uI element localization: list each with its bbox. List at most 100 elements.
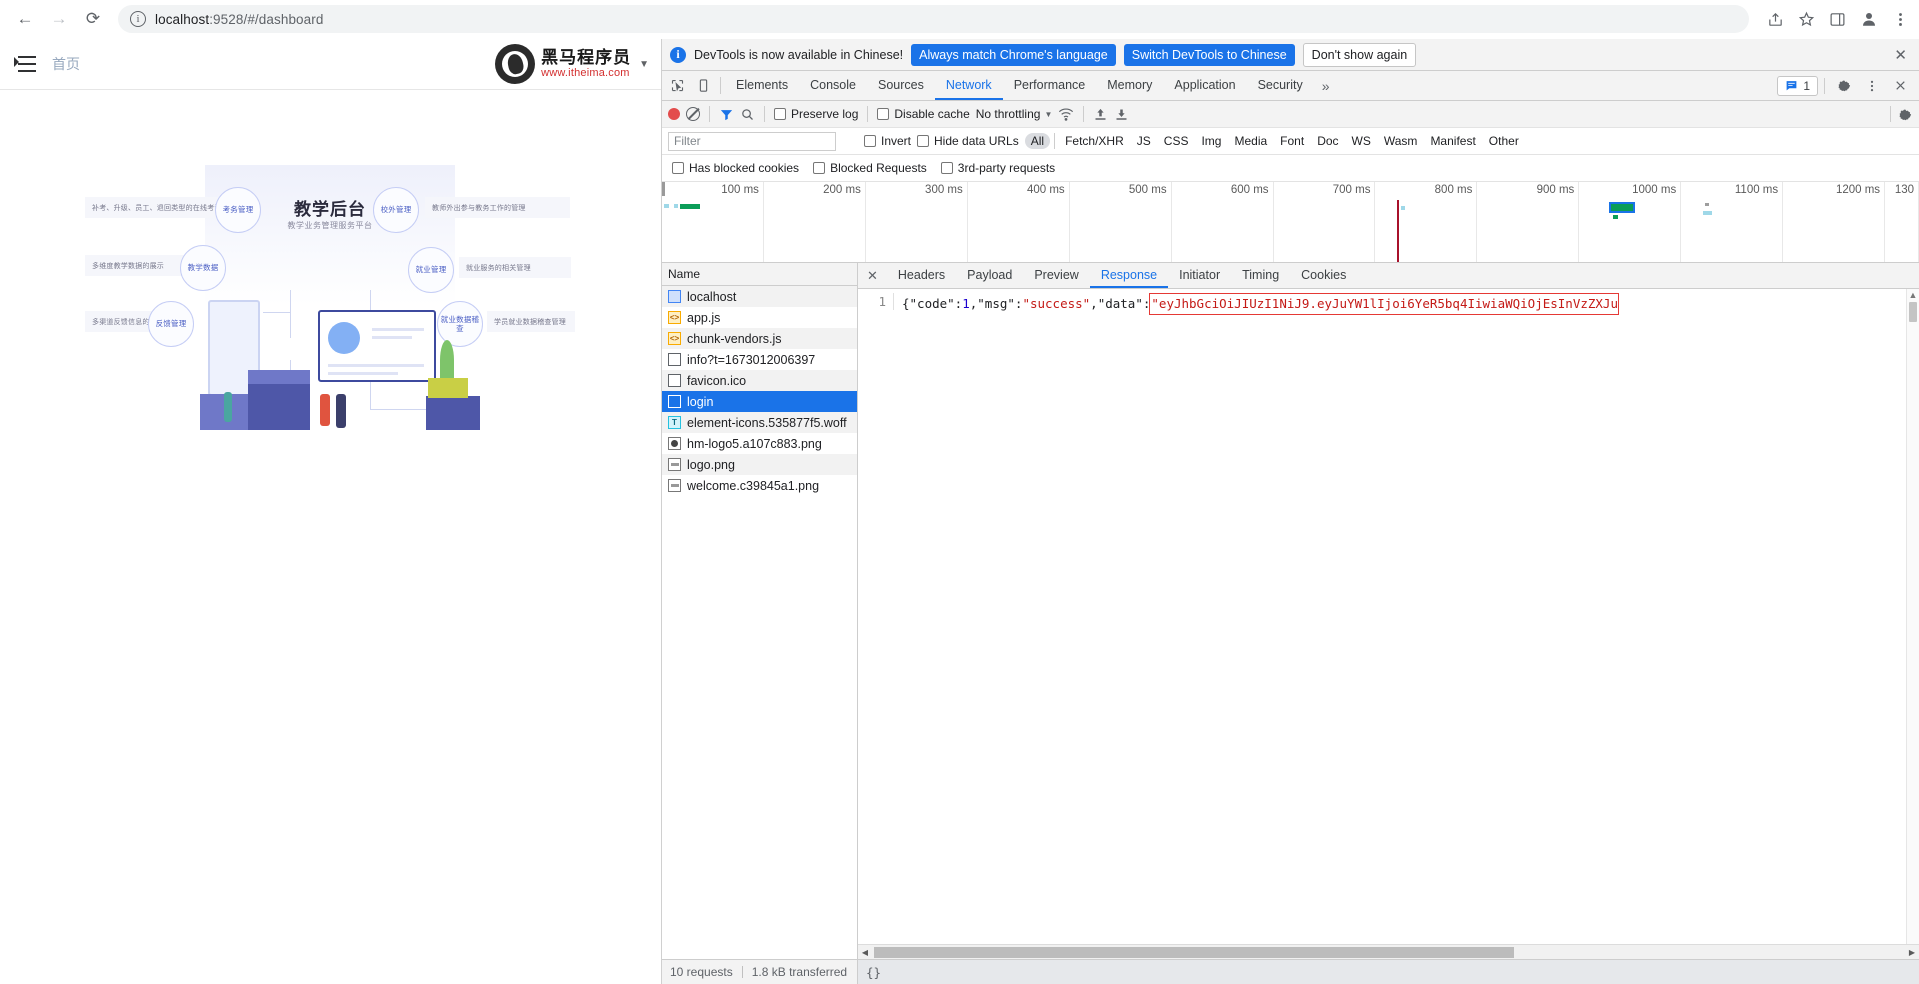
checkbox-box[interactable] bbox=[941, 162, 953, 174]
type-filter-img[interactable]: Img bbox=[1195, 133, 1227, 149]
table-row[interactable]: Telement-icons.535877f5.woff bbox=[662, 412, 857, 433]
close-icon[interactable] bbox=[1887, 79, 1913, 92]
detail-tab-preview[interactable]: Preview bbox=[1023, 263, 1089, 288]
kebab-menu-icon[interactable] bbox=[1859, 79, 1885, 93]
funnel-filter-icon[interactable] bbox=[719, 107, 734, 122]
record-stop-icon[interactable] bbox=[668, 108, 680, 120]
checkbox-box[interactable] bbox=[864, 135, 876, 147]
detail-tab-initiator[interactable]: Initiator bbox=[1168, 263, 1231, 288]
breadcrumb[interactable]: 首页 bbox=[52, 54, 80, 74]
type-filter-media[interactable]: Media bbox=[1228, 133, 1273, 149]
hscroll-track[interactable] bbox=[872, 946, 1905, 959]
checkbox-box[interactable] bbox=[877, 108, 889, 120]
type-filter-doc[interactable]: Doc bbox=[1311, 133, 1344, 149]
table-row[interactable]: favicon.ico bbox=[662, 370, 857, 391]
reload-icon[interactable]: ⟳ bbox=[78, 4, 108, 34]
dont-show-again-button[interactable]: Don't show again bbox=[1303, 43, 1417, 67]
checkbox-box[interactable] bbox=[774, 108, 786, 120]
scrollbar-thumb[interactable] bbox=[1909, 302, 1917, 322]
json-token-value[interactable]: "eyJhbGciOiJIUzI1NiJ9.eyJuYW1lIjoi6YeR5b… bbox=[1149, 293, 1619, 315]
issues-pill[interactable]: 1 bbox=[1777, 76, 1818, 96]
switch-to-chinese-button[interactable]: Switch DevTools to Chinese bbox=[1124, 44, 1295, 66]
tab-console[interactable]: Console bbox=[799, 71, 867, 100]
table-row[interactable]: <>chunk-vendors.js bbox=[662, 328, 857, 349]
table-row[interactable]: welcome.c39845a1.png bbox=[662, 475, 857, 496]
scroll-up-arrow-icon[interactable]: ▲ bbox=[1907, 289, 1919, 300]
request-list-header[interactable]: Name bbox=[662, 263, 857, 286]
info-circle-icon[interactable]: i bbox=[130, 11, 146, 27]
always-match-language-button[interactable]: Always match Chrome's language bbox=[911, 44, 1116, 66]
blocked-requests-checkbox[interactable]: Blocked Requests bbox=[813, 161, 927, 175]
arrow-right-icon[interactable]: → bbox=[44, 4, 74, 34]
type-filter-other[interactable]: Other bbox=[1483, 133, 1525, 149]
detail-tab-payload[interactable]: Payload bbox=[956, 263, 1023, 288]
has-blocked-cookies-checkbox[interactable]: Has blocked cookies bbox=[672, 161, 799, 175]
type-filter-font[interactable]: Font bbox=[1274, 133, 1310, 149]
detail-tab-cookies[interactable]: Cookies bbox=[1290, 263, 1357, 288]
network-conditions-icon[interactable] bbox=[1058, 106, 1074, 122]
chevron-down-icon[interactable]: ▼ bbox=[639, 59, 649, 70]
tab-security[interactable]: Security bbox=[1247, 71, 1314, 100]
tab-network[interactable]: Network bbox=[935, 71, 1003, 100]
table-row[interactable]: <>app.js bbox=[662, 307, 857, 328]
console-drawer-hint[interactable]: {} bbox=[858, 960, 1919, 984]
type-filter-css[interactable]: CSS bbox=[1158, 133, 1195, 149]
clear-requests-icon[interactable] bbox=[686, 107, 700, 121]
address-bar[interactable]: i localhost:9528/#/dashboard bbox=[118, 5, 1749, 33]
response-code-text[interactable]: {"code":1,"msg":"success","data":"eyJhbG… bbox=[894, 293, 1919, 315]
hamburger-collapse-icon[interactable] bbox=[14, 55, 36, 73]
side-panel-icon[interactable] bbox=[1829, 11, 1846, 28]
inspect-element-icon[interactable] bbox=[664, 71, 690, 100]
type-filter-wasm[interactable]: Wasm bbox=[1378, 133, 1424, 149]
gear-icon[interactable] bbox=[1831, 78, 1857, 93]
checkbox-box[interactable] bbox=[917, 135, 929, 147]
scroll-right-arrow-icon[interactable]: ▶ bbox=[1905, 948, 1919, 957]
tab-performance[interactable]: Performance bbox=[1003, 71, 1097, 100]
tab-application[interactable]: Application bbox=[1163, 71, 1246, 100]
filter-input[interactable] bbox=[668, 132, 836, 151]
type-filter-js[interactable]: JS bbox=[1131, 133, 1157, 149]
detail-tab-timing[interactable]: Timing bbox=[1231, 263, 1290, 288]
response-vertical-scrollbar[interactable]: ▲ bbox=[1906, 289, 1919, 944]
tab-memory[interactable]: Memory bbox=[1096, 71, 1163, 100]
table-row[interactable]: logo.png bbox=[662, 454, 857, 475]
response-horizontal-scrollbar[interactable]: ◀ ▶ bbox=[858, 944, 1919, 959]
checkbox-box[interactable] bbox=[813, 162, 825, 174]
device-toolbar-icon[interactable] bbox=[690, 71, 716, 100]
close-icon[interactable]: ✕ bbox=[858, 263, 887, 288]
table-row[interactable]: localhost bbox=[662, 286, 857, 307]
third-party-requests-checkbox[interactable]: 3rd-party requests bbox=[941, 161, 1055, 175]
detail-tab-response[interactable]: Response bbox=[1090, 263, 1168, 288]
tab-sources[interactable]: Sources bbox=[867, 71, 935, 100]
table-row[interactable]: hm-logo5.a107c883.png bbox=[662, 433, 857, 454]
table-row[interactable]: info?t=1673012006397 bbox=[662, 349, 857, 370]
type-filter-all[interactable]: All bbox=[1025, 133, 1050, 149]
gear-icon[interactable] bbox=[1898, 107, 1913, 122]
type-filter-fetch-xhr[interactable]: Fetch/XHR bbox=[1059, 133, 1130, 149]
import-har-icon[interactable] bbox=[1093, 107, 1108, 122]
network-overview-timeline[interactable]: 100 ms 200 ms 300 ms 400 ms 500 ms 600 m… bbox=[662, 182, 1919, 263]
scrollbar-thumb[interactable] bbox=[874, 947, 1514, 958]
preserve-log-checkbox[interactable]: Preserve log bbox=[774, 107, 858, 121]
table-row-selected[interactable]: login bbox=[662, 391, 857, 412]
checkbox-box[interactable] bbox=[672, 162, 684, 174]
export-har-icon[interactable] bbox=[1114, 107, 1129, 122]
close-icon[interactable]: ✕ bbox=[1890, 46, 1911, 64]
search-icon[interactable] bbox=[740, 107, 755, 122]
profile-avatar-icon[interactable] bbox=[1860, 10, 1878, 28]
response-body[interactable]: 1 {"code":1,"msg":"success","data":"eyJh… bbox=[858, 289, 1919, 944]
tab-elements[interactable]: Elements bbox=[725, 71, 799, 100]
type-filter-ws[interactable]: WS bbox=[1346, 133, 1377, 149]
disable-cache-checkbox[interactable]: Disable cache bbox=[877, 107, 969, 121]
share-icon[interactable] bbox=[1767, 11, 1784, 28]
kebab-menu-icon[interactable] bbox=[1892, 11, 1909, 28]
star-icon[interactable] bbox=[1798, 11, 1815, 28]
throttling-select[interactable]: No throttling ▼ bbox=[976, 107, 1053, 121]
scroll-left-arrow-icon[interactable]: ◀ bbox=[858, 948, 872, 957]
invert-checkbox[interactable]: Invert bbox=[864, 134, 911, 148]
arrow-left-icon[interactable]: ← bbox=[10, 4, 40, 34]
hide-data-urls-checkbox[interactable]: Hide data URLs bbox=[917, 134, 1019, 148]
detail-tab-headers[interactable]: Headers bbox=[887, 263, 956, 288]
chevron-double-right-icon[interactable]: » bbox=[1314, 71, 1338, 100]
type-filter-manifest[interactable]: Manifest bbox=[1424, 133, 1481, 149]
